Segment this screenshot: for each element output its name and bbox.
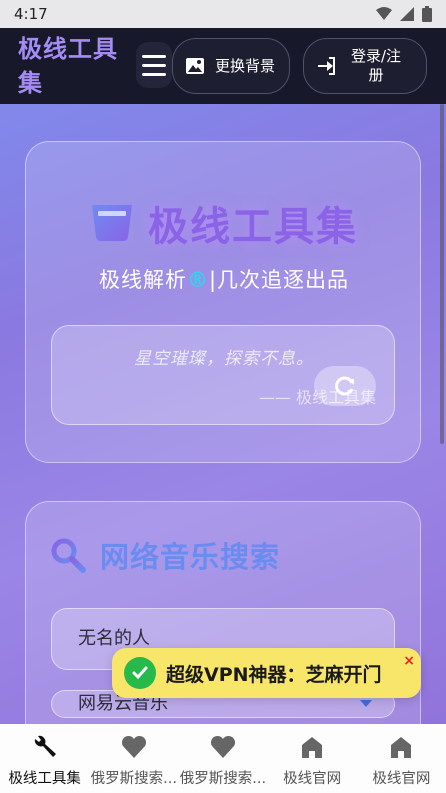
signal-icon: [400, 7, 414, 21]
tab-label: 极线官网: [372, 771, 431, 787]
registered-mark: ®: [186, 268, 209, 292]
wifi-icon: [376, 7, 392, 20]
hero-title: 极线工具集: [148, 204, 358, 250]
music-title-row: 网络音乐搜索: [50, 534, 280, 576]
change-background-label: 更换背景: [215, 56, 276, 75]
status-bar: 4:17: [0, 0, 446, 28]
login-icon: [318, 57, 335, 75]
menu-button[interactable]: [136, 42, 172, 88]
scrollbar-thumb[interactable]: [440, 104, 444, 444]
chevron-down-icon: [360, 700, 372, 707]
hero-subtitle-post: |几次追逐出品: [208, 268, 350, 292]
menu-icon-line: [142, 54, 166, 58]
heart-icon: [209, 733, 237, 761]
home-icon: [387, 733, 415, 761]
status-time: 4:17: [14, 5, 48, 23]
image-icon: [186, 58, 204, 74]
hero-card: 极线工具集 极线解析®|几次追逐出品 星空璀璨，探索不息。 —— 极线工具集: [25, 141, 421, 463]
change-background-button[interactable]: 更换背景: [172, 38, 290, 94]
battery-icon: [422, 6, 432, 22]
promo-text: 超级VPN神器：芝麻开门: [166, 663, 382, 686]
status-icons: [376, 6, 432, 22]
wrench-icon: [31, 733, 59, 761]
hero-subtitle-pre: 极线解析: [98, 268, 187, 292]
vpn-promo-banner[interactable]: 超级VPN神器：芝麻开门 ×: [112, 648, 421, 698]
heart-icon: [120, 733, 148, 761]
menu-icon-line: [142, 72, 166, 76]
music-search-card: 网络音乐搜索 无名的人 网易云音乐: [25, 501, 421, 761]
close-icon[interactable]: ×: [403, 654, 415, 668]
search-icon: [51, 538, 86, 573]
quote-box: 星空璀璨，探索不息。 —— 极线工具集: [51, 325, 395, 425]
check-circle-icon: [124, 657, 156, 689]
tab-label: 俄罗斯搜索...: [90, 771, 177, 787]
tab-official-site-2[interactable]: 极线官网: [357, 724, 446, 793]
tab-russia-search-1[interactable]: 俄罗斯搜索...: [89, 724, 178, 793]
tab-tools[interactable]: 极线工具集: [0, 724, 89, 793]
login-register-label: 登录/注册: [350, 47, 402, 84]
bottom-nav: 极线工具集 俄罗斯搜索... 俄罗斯搜索... 极线官网 极线官网: [0, 724, 446, 793]
top-nav: 极线工具集 更换背景 登录/注册: [0, 28, 446, 104]
tab-official-site-1[interactable]: 极线官网: [268, 724, 357, 793]
tab-label: 极线官网: [283, 771, 342, 787]
menu-icon-line: [142, 63, 166, 67]
login-register-button[interactable]: 登录/注册: [303, 38, 427, 94]
tab-russia-search-2[interactable]: 俄罗斯搜索...: [178, 724, 267, 793]
tab-label: 极线工具集: [8, 771, 81, 787]
cup-icon: [92, 205, 132, 241]
hero-title-row: 极线工具集: [26, 194, 422, 252]
tab-label: 俄罗斯搜索...: [179, 771, 267, 787]
hero-subtitle: 极线解析®|几次追逐出品: [26, 264, 422, 294]
music-title: 网络音乐搜索: [100, 540, 281, 574]
home-icon: [298, 733, 326, 761]
brand-title[interactable]: 极线工具集: [18, 32, 128, 100]
quote-author: —— 极线工具集: [258, 388, 376, 407]
